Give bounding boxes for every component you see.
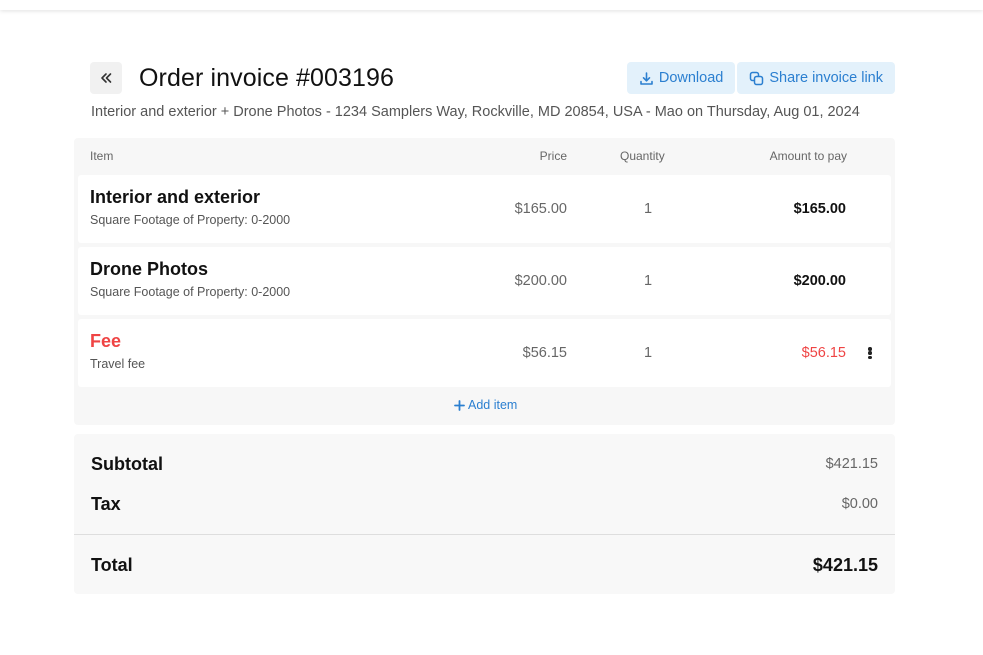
item-description: Square Footage of Property: 0-2000 [90,213,291,227]
item-amount: $56.15 [801,345,846,361]
tax-value: $0.00 [841,496,878,512]
item-price: $165.00 [514,201,567,217]
column-header-price: Price [539,149,567,163]
invoice-header: Order invoice #003196 Download Share inv… [90,62,895,94]
table-row-fee[interactable]: Fee Travel fee $56.15 1 $56.15 [78,319,891,387]
item-quantity: 1 [644,201,653,217]
column-header-quantity: Quantity [620,149,665,163]
total-value: $421.15 [812,555,878,575]
header-actions: Download Share invoice link [626,62,895,94]
add-item-button[interactable]: Add item [454,398,517,412]
page-title: Order invoice #003196 [139,64,395,92]
item-description: Travel fee [90,357,146,371]
chevrons-left-icon [101,73,112,83]
total-label: Total [91,555,133,575]
item-name: Drone Photos [90,259,209,279]
back-button[interactable] [90,62,122,94]
column-header-amount: Amount to pay [769,149,847,163]
invoice-items-table: Item Price Quantity Amount to pay Interi… [74,138,895,425]
more-vertical-icon[interactable] [864,345,876,361]
share-invoice-link-button[interactable]: Share invoice link [737,62,895,94]
item-quantity: 1 [644,273,653,289]
plus-icon [454,399,465,411]
subtotal-label: Subtotal [91,454,163,474]
item-amount: $165.00 [793,201,846,217]
item-amount: $200.00 [793,273,846,289]
column-header-item: Item [90,149,114,163]
copy-link-icon [750,71,764,85]
totals-summary: Subtotal $421.15 Tax $0.00 Total $421.15 [74,434,895,594]
item-name: Interior and exterior [90,187,261,207]
tax-label: Tax [91,494,121,514]
item-price: $200.00 [514,273,567,289]
invoice-subtitle: Interior and exterior + Drone Photos - 1… [91,104,860,120]
item-quantity: 1 [644,345,653,361]
totals-divider [74,534,895,535]
download-icon [640,71,653,85]
share-label: Share invoice link [769,70,883,86]
subtotal-value: $421.15 [825,456,878,472]
table-row[interactable]: Interior and exterior Square Footage of … [78,175,891,243]
table-row[interactable]: Drone Photos Square Footage of Property:… [78,247,891,315]
item-price: $56.15 [522,345,567,361]
download-label: Download [658,70,724,86]
item-description: Square Footage of Property: 0-2000 [90,285,291,299]
add-item-label: Add item [468,398,518,412]
top-bar [0,0,983,10]
item-name: Fee [90,331,122,351]
download-button[interactable]: Download [626,62,736,94]
